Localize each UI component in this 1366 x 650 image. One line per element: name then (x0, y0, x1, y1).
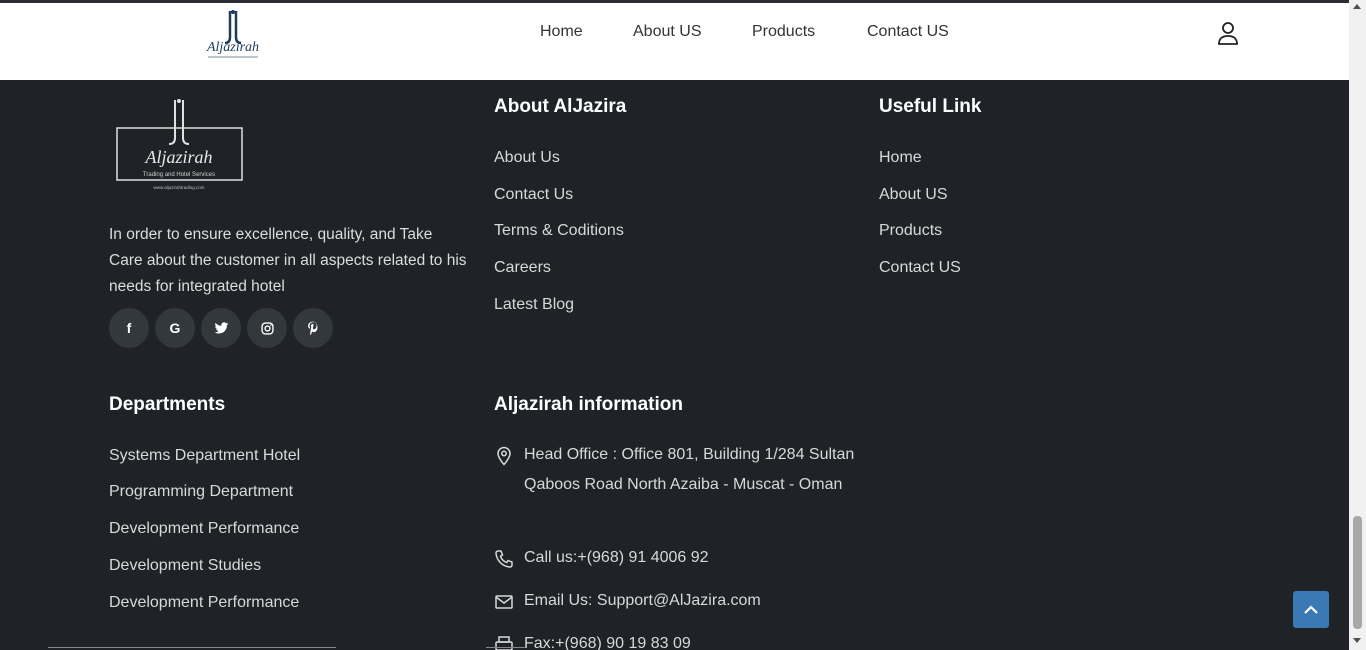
footer-logo[interactable]: Aljazirah Trading and Hotel Services www… (109, 96, 249, 196)
chevron-up-icon (1304, 604, 1318, 614)
dept-link-performance-2[interactable]: Development Performance (109, 594, 299, 612)
useful-col-title: Useful Link (879, 96, 982, 117)
phone-text: Call us:+(968) 91 4006 92 (524, 549, 709, 566)
scroll-down-arrow[interactable] (1353, 638, 1361, 643)
social-links: f G (109, 308, 333, 348)
footer-link-contact[interactable]: Contact US (879, 259, 961, 277)
page-scrollbar[interactable] (1349, 0, 1366, 650)
footer-link-products[interactable]: Products (879, 222, 942, 240)
instagram-icon[interactable] (247, 308, 287, 348)
user-icon[interactable] (1215, 20, 1241, 46)
footer-link-about[interactable]: About US (879, 186, 947, 204)
facebook-icon[interactable]: f (109, 308, 149, 348)
info-title: Aljazirah information (494, 394, 683, 415)
footer-link-contact-us[interactable]: Contact Us (494, 186, 573, 204)
scroll-up-arrow[interactable] (1353, 4, 1361, 9)
email-text: Email Us: Support@AlJazira.com (524, 592, 761, 609)
about-description: In order to ensure excellence, quality, … (109, 226, 467, 295)
footer-link-blog[interactable]: Latest Blog (494, 296, 574, 314)
site-footer: Aljazirah Trading and Hotel Services www… (0, 80, 1349, 650)
dept-link-performance[interactable]: Development Performance (109, 520, 299, 538)
fax-text: Fax:+(968) 90 19 83 09 (524, 635, 691, 650)
divider-line (48, 647, 336, 648)
dept-link-systems[interactable]: Systems Department Hotel (109, 447, 300, 465)
google-icon[interactable]: G (155, 308, 195, 348)
svg-text:www.aljazirahtrading.com: www.aljazirahtrading.com (153, 185, 204, 190)
phone-icon (495, 550, 513, 568)
dept-link-programming[interactable]: Programming Department (109, 483, 293, 501)
pinterest-icon[interactable] (293, 308, 333, 348)
svg-text:Aljazirah: Aljazirah (206, 40, 259, 55)
footer-link-home[interactable]: Home (879, 149, 922, 167)
scroll-to-top-button[interactable] (1293, 591, 1329, 628)
svg-text:Aljazirah: Aljazirah (144, 147, 212, 167)
site-header: Aljazirah Home About US Products Contact… (0, 3, 1349, 80)
email-icon (495, 595, 513, 609)
nav-contact[interactable]: Contact US (867, 23, 949, 41)
nav-about[interactable]: About US (633, 23, 701, 41)
scrollbar-thumb[interactable] (1353, 516, 1362, 629)
footer-link-about-us[interactable]: About Us (494, 149, 560, 167)
address-text: Head Office : Office 801, Building 1/284… (524, 446, 855, 493)
divider-line (486, 647, 526, 648)
dept-link-studies[interactable]: Development Studies (109, 557, 261, 575)
footer-link-terms[interactable]: Terms & Coditions (494, 222, 624, 240)
location-icon (497, 446, 511, 466)
nav-products[interactable]: Products (752, 23, 815, 41)
svg-text:Trading and Hotel Services: Trading and Hotel Services (143, 172, 215, 178)
header-logo[interactable]: Aljazirah (202, 7, 264, 63)
nav-home[interactable]: Home (540, 23, 583, 41)
footer-link-careers[interactable]: Careers (494, 259, 551, 277)
about-col-title: About AlJazira (494, 96, 627, 117)
twitter-icon[interactable] (201, 308, 241, 348)
departments-title: Departments (109, 394, 226, 415)
